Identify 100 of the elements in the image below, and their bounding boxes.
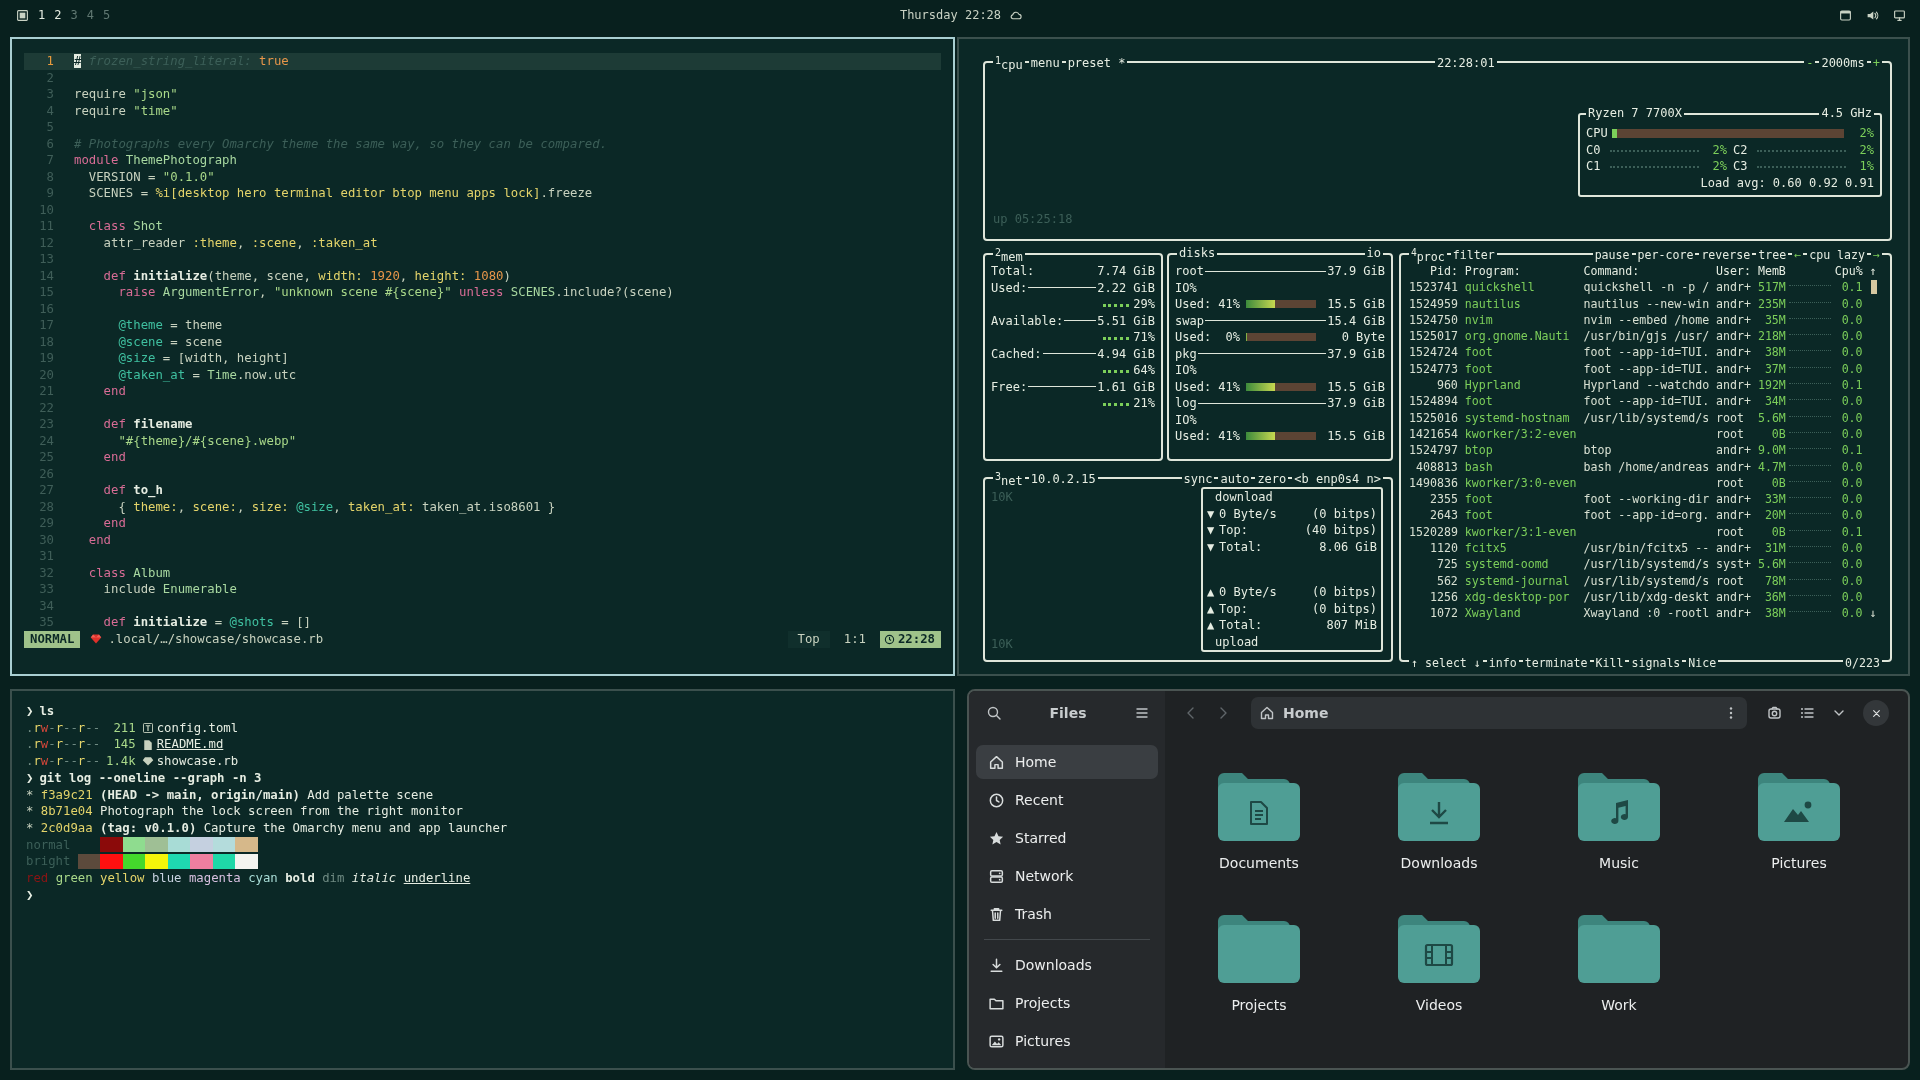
code-line: def initialize(theme, scene, width: 1920, height: 1080)	[102, 267, 511, 284]
table-cell-text: 0.0	[1840, 507, 1863, 524]
menu-button[interactable]: signals	[1629, 656, 1683, 670]
scroll-down-arrow[interactable]: ↓	[1869, 605, 1877, 622]
column-header[interactable]: Cpu%	[1834, 263, 1863, 280]
workspace-button[interactable]: 5	[102, 8, 111, 22]
location-bar[interactable]: Home	[1251, 697, 1747, 729]
sidebar-item[interactable]: Pictures	[976, 1024, 1158, 1058]
table-cell-text: root	[1716, 425, 1745, 443]
traffic-label: download	[1214, 489, 1274, 506]
menu-button[interactable]: Nice	[1686, 656, 1719, 670]
scroll-up-arrow[interactable]: ↑	[1862, 263, 1877, 280]
table-cell-text: 408813	[1414, 458, 1458, 475]
code-line: VERSION = "0.1.0"	[87, 168, 215, 185]
folder-name[interactable]: Projects	[1231, 997, 1287, 1013]
command-text: ls	[39, 703, 55, 720]
table-cell-text: 38M	[1763, 344, 1786, 361]
sidebar-item[interactable]: Projects	[976, 986, 1158, 1020]
search-icon[interactable]	[986, 705, 1002, 721]
menu-button[interactable]: Kill	[1593, 656, 1626, 670]
folder-name[interactable]: Pictures	[1771, 855, 1827, 871]
close-button[interactable]	[1863, 700, 1889, 726]
disk-size: 15.4 GiB	[1327, 312, 1385, 329]
column-header[interactable]: Program:	[1464, 263, 1577, 280]
scrollbar-thumb[interactable]	[1870, 280, 1877, 295]
file-name[interactable]: config.toml	[156, 719, 239, 737]
camera-search-icon[interactable]	[1767, 705, 1783, 721]
table-cell: /usr/lib/systemd/s	[1583, 556, 1710, 573]
disk-used: Used: 41%	[1175, 378, 1241, 395]
table-cell-text: 0.0	[1840, 328, 1863, 345]
core-label: C2	[1733, 141, 1749, 158]
code-line: @size = [width, height]	[117, 350, 289, 367]
panel-title[interactable]: $^{4}$proc	[1409, 245, 1447, 265]
monitor-icon[interactable]	[1893, 8, 1906, 22]
column-header[interactable]: Command:	[1583, 263, 1710, 280]
workspace-button[interactable]: 1	[38, 8, 46, 22]
column-header[interactable]: Pid:	[1409, 263, 1458, 280]
disk-used: Used: 0%	[1175, 329, 1241, 346]
traffic-value: 8.06 GiB	[1319, 538, 1377, 555]
window-icon[interactable]	[16, 8, 29, 22]
core-percent: 2%	[1711, 158, 1727, 175]
sidebar-item[interactable]: Home	[976, 745, 1158, 779]
traffic-value: (0 bitps)	[1311, 600, 1377, 617]
table-cell: kworker/3:1-even	[1464, 523, 1577, 541]
table-cell-text: 725	[1435, 556, 1458, 573]
memory-percent: 71%	[1133, 329, 1155, 346]
column-header[interactable]: User:	[1716, 263, 1751, 280]
workspace-button[interactable]: 4	[86, 8, 94, 22]
folder-name[interactable]: Videos	[1415, 997, 1463, 1013]
memory-label: Total:	[991, 263, 1035, 280]
memory-value: 4.94 GiB	[1097, 345, 1155, 362]
table-cell-text: 0B	[1770, 523, 1786, 541]
table-cell: 1524959	[1409, 295, 1458, 312]
table-cell-text: Xwayland	[1464, 605, 1522, 622]
window-icon[interactable]	[1839, 8, 1852, 22]
memory-value: 7.74 GiB	[1097, 263, 1155, 280]
menu-icon[interactable]	[1134, 705, 1150, 721]
server-icon	[988, 867, 1005, 885]
sidebar-item[interactable]: Recent	[976, 783, 1158, 817]
table-cell-text: 20M	[1763, 507, 1786, 524]
file-name[interactable]: README.md	[156, 736, 224, 754]
table-cell: nvim --embed /home	[1583, 311, 1710, 329]
speaker-icon[interactable]	[1866, 8, 1879, 22]
arrow-icon: ▲	[1207, 600, 1219, 617]
table-cell: andr+	[1716, 442, 1751, 459]
table-cell-text: nvim	[1464, 311, 1494, 329]
menu-button[interactable]: info	[1486, 656, 1519, 670]
menu-button[interactable]: terminate	[1522, 656, 1590, 670]
list-view-icon[interactable]	[1799, 705, 1815, 721]
file-name[interactable]: showcase.rb	[156, 753, 239, 770]
table-cell-text: foot	[1464, 360, 1494, 378]
table-cell: foot --app-id=TUI.	[1583, 393, 1710, 410]
table-cell-text: 37M	[1763, 360, 1786, 378]
toml-file-icon	[141, 722, 154, 735]
memory-percent: 21%	[1133, 395, 1155, 412]
menu-button[interactable]: ↑ select ↓	[1409, 656, 1483, 670]
table-cell-text: 0.0	[1840, 588, 1863, 606]
folder-name[interactable]: Downloads	[1400, 855, 1478, 871]
folder-name[interactable]: Music	[1599, 855, 1639, 871]
interface-selector[interactable]: <b enp0s4 n>	[1292, 471, 1383, 487]
sidebar-item[interactable]: Trash	[976, 897, 1158, 931]
table-cell: 5.6M	[1757, 556, 1786, 573]
table-cell-text: root	[1716, 474, 1745, 492]
workspace-button[interactable]: 3	[70, 8, 78, 22]
folder-name[interactable]: Documents	[1219, 855, 1299, 871]
traffic-value: (0 bitps)	[1311, 505, 1377, 522]
table-cell-text: 0.0	[1840, 393, 1863, 410]
sidebar-item[interactable]: Network	[976, 859, 1158, 893]
traffic-value: 807 MiB	[1326, 617, 1377, 634]
folder-name[interactable]: Work	[1601, 997, 1637, 1013]
table-cell: 1520289	[1409, 523, 1458, 541]
panel-title[interactable]: $^{1}$cpu	[993, 53, 1025, 73]
traffic-label: upload	[1214, 633, 1260, 650]
column-header[interactable]: MemB	[1757, 263, 1786, 280]
sidebar-item[interactable]: Downloads	[976, 948, 1158, 982]
sidebar-item[interactable]: Starred	[976, 821, 1158, 855]
table-cell-text: 1120	[1428, 540, 1458, 557]
disk-used: Used: 41%	[1175, 296, 1241, 313]
menu-button[interactable]: preset *	[1065, 55, 1128, 71]
workspace-button[interactable]: 2	[54, 8, 62, 22]
